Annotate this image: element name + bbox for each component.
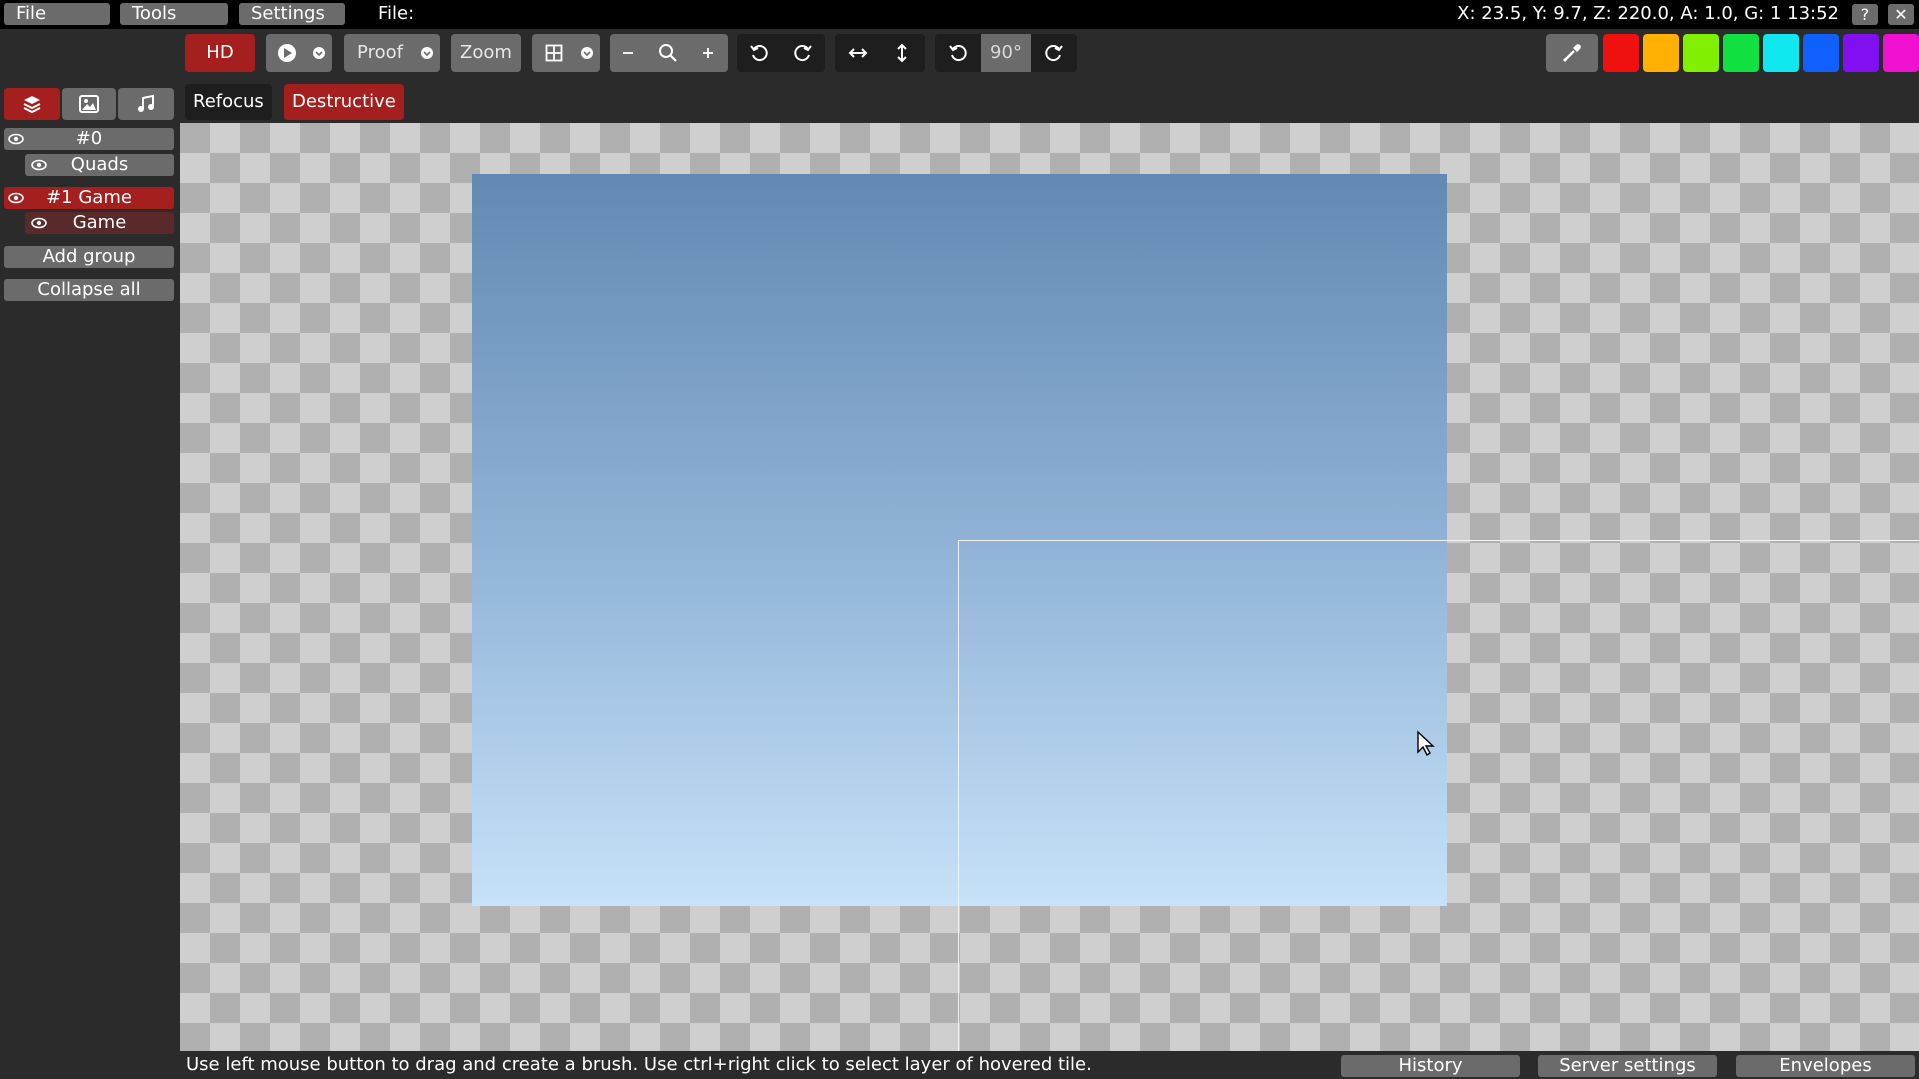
color-picker-button[interactable] <box>1546 34 1598 72</box>
color-swatch-cyan[interactable] <box>1763 34 1799 72</box>
tool-hint-text: Use left mouse button to drag and create… <box>186 1054 1092 1075</box>
zoom-controls <box>610 34 728 72</box>
zoom-button[interactable]: Zoom <box>451 34 521 72</box>
rotation-angle[interactable]: 90° <box>981 34 1031 72</box>
layer-group-0[interactable]: #0 <box>4 128 174 150</box>
hd-button[interactable]: HD <box>185 34 255 72</box>
flip-group <box>835 34 925 72</box>
undo-redo-group <box>737 34 825 72</box>
redo-icon[interactable] <box>783 34 823 72</box>
layer-game-label: Game <box>72 212 127 233</box>
close-button[interactable]: ✕ <box>1888 4 1914 25</box>
history-button[interactable]: History <box>1341 1055 1520 1077</box>
visibility-eye-icon[interactable] <box>8 190 24 206</box>
mouse-cursor-icon <box>1417 730 1435 756</box>
flip-vertical-icon[interactable] <box>881 34 923 72</box>
layer-group-1-game[interactable]: #1 Game <box>4 187 174 209</box>
proof-button[interactable]: Proof <box>344 34 440 72</box>
rotate-right-icon[interactable] <box>1033 34 1075 72</box>
envelopes-button[interactable]: Envelopes <box>1736 1055 1915 1077</box>
grid-button[interactable] <box>532 34 600 72</box>
color-swatch-blue[interactable] <box>1803 34 1839 72</box>
status-bar: Use left mouse button to drag and create… <box>0 1051 1919 1079</box>
destructive-toggle[interactable]: Destructive <box>284 84 404 120</box>
color-swatch-green[interactable] <box>1723 34 1759 72</box>
images-tab[interactable] <box>62 88 116 120</box>
image-icon <box>79 95 99 113</box>
sounds-tab[interactable] <box>118 88 174 120</box>
color-swatch-lime[interactable] <box>1683 34 1719 72</box>
help-button[interactable]: ? <box>1852 4 1878 25</box>
grid-dropdown-icon[interactable] <box>574 34 600 72</box>
map-canvas[interactable] <box>180 123 1919 1051</box>
zoom-out-icon[interactable] <box>610 34 646 72</box>
color-swatch-purple[interactable] <box>1843 34 1879 72</box>
layers-icon <box>23 96 41 114</box>
menu-bar: File Tools Settings File: X: 23.5, Y: 9.… <box>0 0 1919 29</box>
music-icon <box>138 94 154 112</box>
tools-menu-button[interactable]: Tools <box>120 3 228 25</box>
proof-label: Proof <box>357 42 403 63</box>
file-menu-button[interactable]: File <box>4 3 110 25</box>
layer-quads-label: Quads <box>70 154 129 175</box>
add-group-button[interactable]: Add group <box>4 246 174 268</box>
color-swatch-magenta[interactable] <box>1883 34 1919 72</box>
layer-quads[interactable]: Quads <box>25 154 174 176</box>
zoom-in-icon[interactable] <box>690 34 726 72</box>
zoom-reset-icon[interactable] <box>650 34 686 72</box>
color-swatch-red[interactable] <box>1603 34 1639 72</box>
brush-selection-rect <box>958 540 1919 1051</box>
collapse-all-button[interactable]: Collapse all <box>4 279 174 301</box>
layers-tab[interactable] <box>4 88 60 120</box>
visibility-eye-icon[interactable] <box>8 131 24 147</box>
refocus-button[interactable]: Refocus <box>185 84 272 120</box>
rotate-left-icon[interactable] <box>937 34 979 72</box>
layer-group-0-label: #0 <box>75 128 103 149</box>
flip-horizontal-icon[interactable] <box>837 34 879 72</box>
proof-dropdown-icon[interactable] <box>414 34 440 72</box>
eyedropper-icon <box>1546 34 1598 72</box>
visibility-eye-icon[interactable] <box>31 157 47 173</box>
play-dropdown-icon[interactable] <box>306 34 332 72</box>
undo-icon[interactable] <box>739 34 779 72</box>
play-button[interactable] <box>266 34 332 72</box>
play-icon <box>266 34 308 72</box>
server-settings-button[interactable]: Server settings <box>1538 1055 1717 1077</box>
file-name-label: File: <box>378 3 415 24</box>
grid-icon <box>532 34 576 72</box>
layer-game[interactable]: Game <box>25 212 174 234</box>
color-swatch-orange[interactable] <box>1643 34 1679 72</box>
rotate-group: 90° <box>935 34 1077 72</box>
layer-group-1-label: #1 Game <box>46 187 132 208</box>
coordinates-readout: X: 23.5, Y: 9.7, Z: 220.0, A: 1.0, G: 1 … <box>1457 3 1839 24</box>
settings-menu-button[interactable]: Settings <box>239 3 345 25</box>
visibility-eye-icon[interactable] <box>31 215 47 231</box>
